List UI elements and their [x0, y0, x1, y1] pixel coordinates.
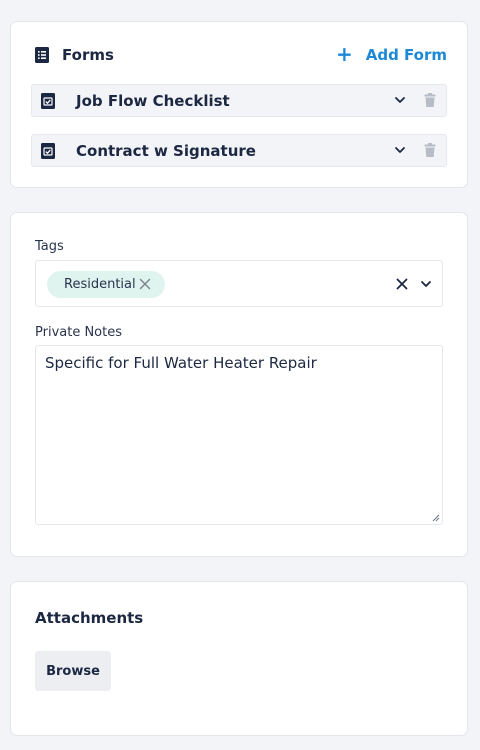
- trash-icon[interactable]: [424, 143, 436, 157]
- resize-grip-icon[interactable]: [432, 514, 440, 522]
- trash-icon[interactable]: [424, 93, 436, 107]
- chevron-down-icon[interactable]: [420, 278, 432, 290]
- remove-tag-icon[interactable]: [139, 278, 151, 290]
- forms-card: Forms + Add Form Job Flow Checklist Cont…: [10, 21, 468, 188]
- attachments-card: Attachments Browse: [10, 581, 468, 736]
- checklist-document-icon: [41, 92, 55, 109]
- form-name: Job Flow Checklist: [76, 91, 230, 110]
- attachments-title: Attachments: [35, 609, 144, 627]
- add-form-label: Add Form: [365, 46, 447, 64]
- checklist-document-icon: [41, 142, 55, 159]
- clear-icon[interactable]: [396, 278, 408, 290]
- form-row[interactable]: Contract w Signature: [31, 134, 447, 167]
- chevron-down-icon[interactable]: [394, 144, 406, 156]
- tags-select[interactable]: Residential: [35, 260, 443, 307]
- plus-icon: +: [335, 42, 353, 66]
- private-notes-textarea[interactable]: Specific for Full Water Heater Repair: [35, 345, 443, 525]
- private-notes-label: Private Notes: [35, 325, 123, 340]
- form-name: Contract w Signature: [76, 141, 256, 160]
- tags-label: Tags: [35, 239, 64, 254]
- tag-chip-label: Residential: [64, 277, 136, 292]
- tag-chip: Residential: [47, 271, 165, 298]
- forms-header: Forms + Add Form: [35, 44, 447, 66]
- browse-button[interactable]: Browse: [35, 651, 111, 691]
- list-document-icon: [35, 47, 49, 63]
- forms-title-label: Forms: [62, 46, 114, 64]
- chevron-down-icon[interactable]: [394, 94, 406, 106]
- details-card: Tags Residential Private Notes Specific …: [10, 212, 468, 557]
- form-row[interactable]: Job Flow Checklist: [31, 84, 447, 117]
- add-form-button[interactable]: + Add Form: [335, 42, 447, 66]
- forms-title: Forms: [35, 46, 114, 64]
- private-notes-value: Specific for Full Water Heater Repair: [45, 354, 317, 372]
